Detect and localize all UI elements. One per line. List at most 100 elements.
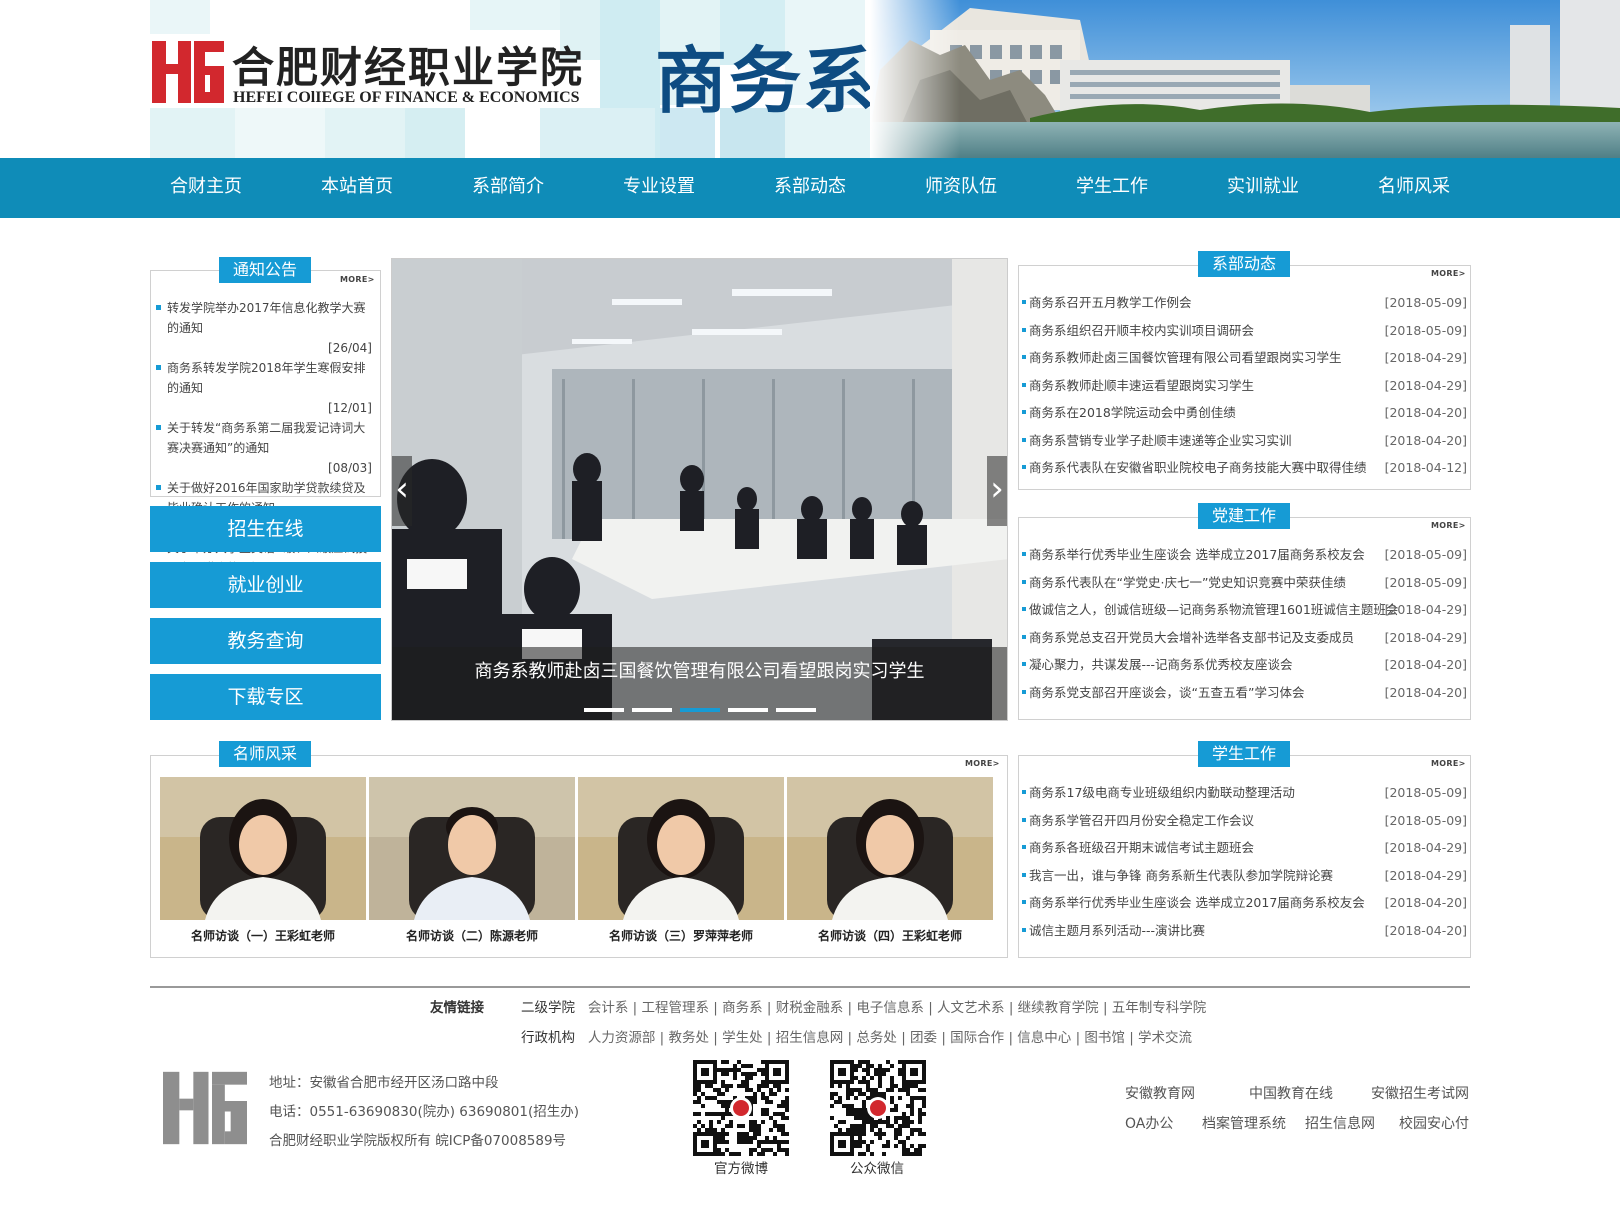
teacher-caption[interactable]: 名师访谈（三）罗萍萍老师: [578, 927, 784, 944]
nav-item-department-intro[interactable]: 系部简介: [433, 158, 583, 218]
dept-news-item[interactable]: 商务系代表队在安徽省职业院校电子商务技能大赛中取得佳绩 [2018-04-12]: [1021, 454, 1467, 482]
party-more-link[interactable]: MORE>: [1431, 521, 1466, 530]
admin-units-links[interactable]: 人力资源部 | 教务处 | 学生处 | 招生信息网 | 总务处 | 团委 | 国…: [588, 1030, 1192, 1046]
link-anhui-education[interactable]: 安徽教育网: [1125, 1083, 1195, 1103]
slider-prev-arrow[interactable]: ‹: [392, 456, 412, 526]
party-news-item-title[interactable]: 商务系举行优秀毕业生座谈会 选举成立2017届商务系校友会: [1029, 547, 1365, 562]
news-slider[interactable]: ‹ › 商务系教师赴卤三国餐饮管理有限公司看望跟岗实习学生: [391, 258, 1008, 721]
party-news-item-title[interactable]: 做诚信之人，创诚信班级—记商务系物流管理1601班诚信主题班会: [1029, 602, 1398, 617]
employment-entrepreneurship-button[interactable]: 就业创业: [150, 562, 381, 608]
teacher-caption[interactable]: 名师访谈（四）王彩虹老师: [787, 927, 993, 944]
student-news-item-title[interactable]: 诚信主题月系列活动---演讲比赛: [1029, 923, 1205, 938]
link-archives[interactable]: 档案管理系统: [1202, 1113, 1286, 1133]
student-news-item-title[interactable]: 商务系学管召开四月份安全稳定工作会议: [1029, 813, 1254, 828]
teacher-card[interactable]: 名师访谈（二）陈源老师: [369, 777, 578, 947]
nav-item-student-work[interactable]: 学生工作: [1037, 158, 1187, 218]
enrollment-online-button[interactable]: 招生在线: [150, 506, 381, 552]
dept-news-item[interactable]: 商务系教师赴卤三国餐饮管理有限公司看望跟岗实习学生 [2018-04-29]: [1021, 344, 1467, 372]
download-area-button[interactable]: 下载专区: [150, 674, 381, 720]
student-news-item[interactable]: 商务系17级电商专业班级组织内勤联动整理活动 [2018-05-09]: [1021, 779, 1467, 807]
teacher-card[interactable]: 名师访谈（一）王彩虹老师: [160, 777, 369, 947]
nav-item-training-employment[interactable]: 实训就业: [1188, 158, 1338, 218]
dept-news-item[interactable]: 商务系召开五月教学工作例会 [2018-05-09]: [1021, 289, 1467, 317]
party-news-item[interactable]: 商务系代表队在“学党史·庆七一”党史知识竞赛中荣获佳绩 [2018-05-09]: [1021, 569, 1467, 597]
party-news-list: 商务系举行优秀毕业生座谈会 选举成立2017届商务系校友会 [2018-05-09…: [1021, 541, 1467, 706]
nav-item-department-news[interactable]: 系部动态: [735, 158, 885, 218]
slider-dot[interactable]: [632, 708, 672, 712]
teacher-caption[interactable]: 名师访谈（一）王彩虹老师: [160, 927, 366, 944]
party-news-item[interactable]: 商务系党支部召开座谈会，谈“五查五看”学习体会 [2018-04-20]: [1021, 679, 1467, 707]
slider-next-arrow[interactable]: ›: [987, 456, 1007, 526]
student-news-item-title[interactable]: 商务系17级电商专业班级组织内勤联动整理活动: [1029, 785, 1295, 800]
link-oa[interactable]: OA办公: [1125, 1113, 1173, 1133]
student-news-item[interactable]: 商务系举行优秀毕业生座谈会 选举成立2017届商务系校友会 [2018-04-20…: [1021, 889, 1467, 917]
notice-more-link[interactable]: MORE>: [340, 275, 375, 284]
student-news-item[interactable]: 商务系各班级召开期末诚信考试主题班会 [2018-04-29]: [1021, 834, 1467, 862]
notice-item[interactable]: 商务系转发学院2018年学生寒假安排的通知 [12/01]: [154, 358, 372, 418]
party-news-item[interactable]: 商务系举行优秀毕业生座谈会 选举成立2017届商务系校友会 [2018-05-09…: [1021, 541, 1467, 569]
teacher-caption[interactable]: 名师访谈（二）陈源老师: [369, 927, 575, 944]
student-news-item[interactable]: 诚信主题月系列活动---演讲比赛 [2018-04-20]: [1021, 917, 1467, 945]
party-news-item-title[interactable]: 商务系党总支召开党员大会增补选举各支部书记及支委成员: [1029, 630, 1354, 645]
notice-item-title[interactable]: 商务系转发学院2018年学生寒假安排的通知: [167, 361, 366, 395]
dept-news-item-title[interactable]: 商务系营销专业学子赴顺丰速递等企业实习实训: [1029, 433, 1292, 448]
party-news-item-title[interactable]: 商务系党支部召开座谈会，谈“五查五看”学习体会: [1029, 685, 1304, 700]
party-news-item-date: [2018-04-29]: [1384, 629, 1467, 645]
dept-news-item-title[interactable]: 商务系教师赴顺丰速运看望跟岗实习学生: [1029, 378, 1254, 393]
slider-dot[interactable]: [776, 708, 816, 712]
notice-item[interactable]: 转发学院举办2017年信息化教学大赛的通知 [26/04]: [154, 298, 372, 358]
slider-dot[interactable]: [584, 708, 624, 712]
student-more-link[interactable]: MORE>: [1431, 759, 1466, 768]
party-news-item[interactable]: 做诚信之人，创诚信班级—记商务系物流管理1601班诚信主题班会 [2018-04-…: [1021, 596, 1467, 624]
notice-item[interactable]: 关于转发“商务系第二届我爱记诗词大赛决赛通知”的通知 [08/03]: [154, 418, 372, 478]
link-anhui-exam[interactable]: 安徽招生考试网: [1371, 1083, 1469, 1103]
dept-news-item[interactable]: 商务系教师赴顺丰速运看望跟岗实习学生 [2018-04-29]: [1021, 372, 1467, 400]
nav-item-majors[interactable]: 专业设置: [584, 158, 734, 218]
academic-query-button[interactable]: 教务查询: [150, 618, 381, 664]
link-china-education-online[interactable]: 中国教育在线: [1249, 1083, 1333, 1103]
dept-news-item[interactable]: 商务系在2018学院运动会中勇创佳绩 [2018-04-20]: [1021, 399, 1467, 427]
party-news-item[interactable]: 凝心聚力，共谋发展---记商务系优秀校友座谈会 [2018-04-20]: [1021, 651, 1467, 679]
secondary-colleges-links[interactable]: 会计系 | 工程管理系 | 商务系 | 财税金融系 | 电子信息系 | 人文艺术…: [588, 1000, 1206, 1016]
notice-item-title[interactable]: 转发学院举办2017年信息化教学大赛的通知: [167, 301, 366, 335]
student-news-item-date: [2018-05-09]: [1384, 785, 1467, 800]
dept-news-item[interactable]: 商务系营销专业学子赴顺丰速递等企业实习实训 [2018-04-20]: [1021, 427, 1467, 455]
dept-news-more-link[interactable]: MORE>: [1431, 269, 1466, 278]
student-news-item[interactable]: 我言一出，谁与争锋 商务系新生代表队参加学院辩论赛 [2018-04-29]: [1021, 862, 1467, 890]
nav-item-faculty[interactable]: 师资队伍: [886, 158, 1036, 218]
dept-news-item-title[interactable]: 商务系在2018学院运动会中勇创佳绩: [1029, 405, 1236, 420]
link-enrollment-info[interactable]: 招生信息网: [1305, 1113, 1375, 1133]
teacher-photo[interactable]: [787, 777, 993, 920]
link-campus-pay[interactable]: 校园安心付: [1399, 1113, 1469, 1133]
dept-news-item-title[interactable]: 商务系召开五月教学工作例会: [1029, 295, 1192, 310]
dept-news-item-date: [2018-04-29]: [1384, 350, 1467, 365]
notice-list: 转发学院举办2017年信息化教学大赛的通知 [26/04] 商务系转发学院2018年…: [154, 298, 372, 598]
dept-news-item-title[interactable]: 商务系代表队在安徽省职业院校电子商务技能大赛中取得佳绩: [1029, 460, 1367, 475]
party-news-item-title[interactable]: 凝心聚力，共谋发展---记商务系优秀校友座谈会: [1029, 657, 1293, 672]
party-news-item[interactable]: 商务系党总支召开党员大会增补选举各支部书记及支委成员 [2018-04-29]: [1021, 624, 1467, 652]
teacher-photo[interactable]: [369, 777, 575, 920]
nav-item-college-home[interactable]: 合财主页: [131, 158, 281, 218]
teacher-photo[interactable]: [160, 777, 366, 920]
slider-dot[interactable]: [728, 708, 768, 712]
student-news-item[interactable]: 商务系学管召开四月份安全稳定工作会议 [2018-05-09]: [1021, 807, 1467, 835]
dept-news-item[interactable]: 商务系组织召开顺丰校内实训项目调研会 [2018-05-09]: [1021, 317, 1467, 345]
teacher-photo[interactable]: [578, 777, 784, 920]
teachers-more-link[interactable]: MORE>: [965, 759, 1000, 768]
party-news-item-title[interactable]: 商务系代表队在“学党史·庆七一”党史知识竞赛中荣获佳绩: [1029, 575, 1346, 590]
student-news-item-title[interactable]: 我言一出，谁与争锋 商务系新生代表队参加学院辩论赛: [1029, 868, 1333, 883]
student-news-item-title[interactable]: 商务系各班级召开期末诚信考试主题班会: [1029, 840, 1254, 855]
slider-caption[interactable]: 商务系教师赴卤三国餐饮管理有限公司看望跟岗实习学生: [392, 657, 1007, 683]
party-news-item-date: [2018-04-20]: [1384, 657, 1467, 672]
teacher-card[interactable]: 名师访谈（三）罗萍萍老师: [578, 777, 787, 947]
teacher-card[interactable]: 名师访谈（四）王彩虹老师: [787, 777, 996, 947]
dept-news-item-title[interactable]: 商务系教师赴卤三国餐饮管理有限公司看望跟岗实习学生: [1029, 350, 1342, 365]
dept-news-item-date: [2018-04-29]: [1384, 377, 1467, 393]
college-name-cn: 合肥财经职业学院: [232, 43, 585, 92]
nav-item-site-home[interactable]: 本站首页: [282, 158, 432, 218]
student-news-item-title[interactable]: 商务系举行优秀毕业生座谈会 选举成立2017届商务系校友会: [1029, 895, 1365, 910]
notice-item-title[interactable]: 关于转发“商务系第二届我爱记诗词大赛决赛通知”的通知: [167, 421, 365, 455]
dept-news-item-title[interactable]: 商务系组织召开顺丰校内实训项目调研会: [1029, 323, 1254, 338]
slider-dot[interactable]: [680, 708, 720, 712]
nav-item-famous-teachers[interactable]: 名师风采: [1339, 158, 1489, 218]
